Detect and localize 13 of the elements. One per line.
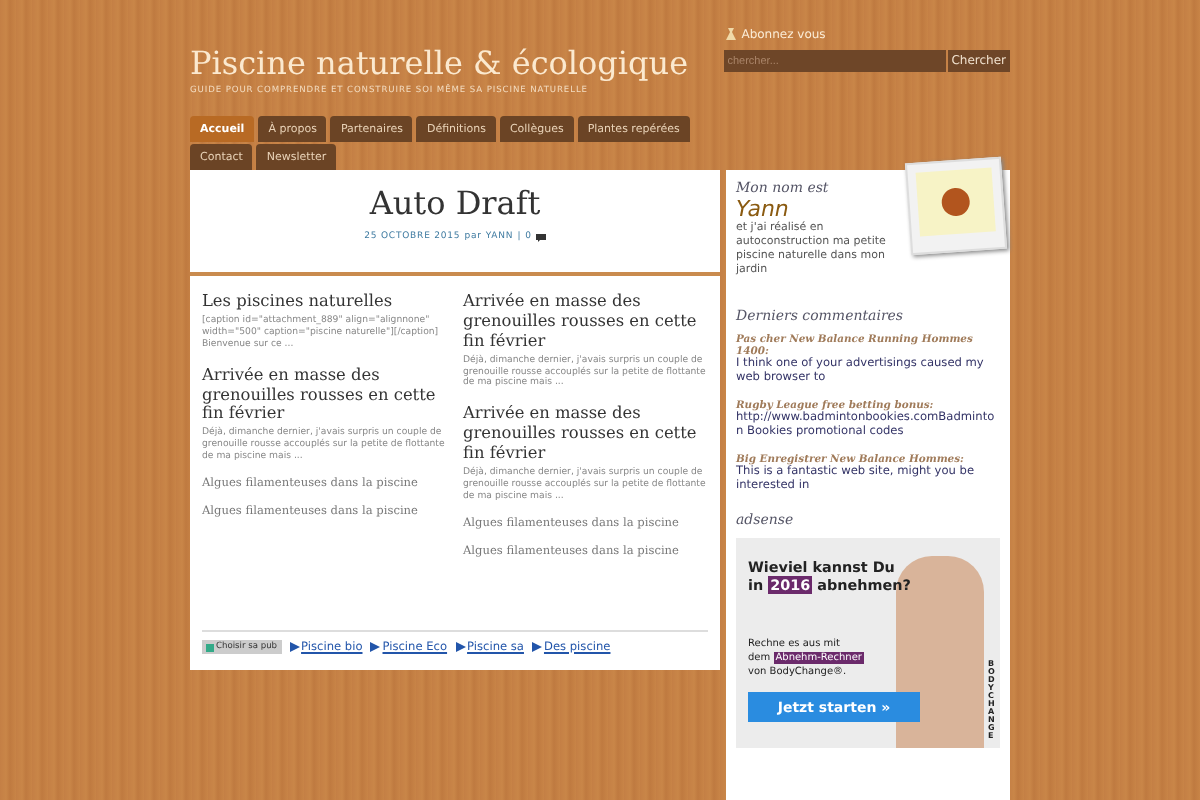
triangle-icon	[455, 642, 466, 652]
post-link[interactable]: Arrivée en masse des grenouilles rousses en cette fin février	[463, 292, 708, 352]
bag-icon	[723, 26, 738, 42]
triangle-icon	[370, 642, 381, 652]
post-link[interactable]: Arrivée en masse des grenouilles rousses en cette fin février	[202, 365, 447, 425]
photo-placeholder	[904, 156, 1008, 256]
triangle-icon	[289, 642, 300, 652]
author-name: Yann	[736, 196, 789, 222]
post-link[interactable]: Arrivée en masse des grenouilles rousses en cette fin février	[463, 404, 708, 464]
comment-icon	[535, 233, 546, 241]
post-link[interactable]: Les piscines naturelles	[202, 292, 447, 312]
post-title: Auto Draft	[369, 184, 541, 222]
triangle-icon	[531, 642, 542, 652]
